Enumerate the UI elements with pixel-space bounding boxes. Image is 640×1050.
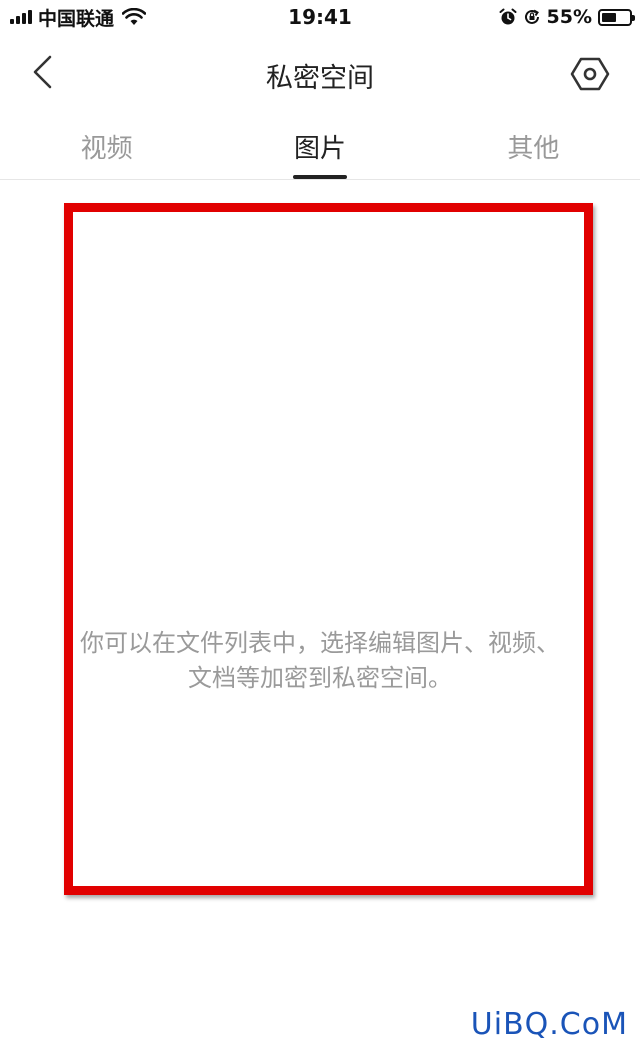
orientation-lock-icon [524,9,539,24]
battery-percent: 55% [546,6,592,28]
battery-icon [598,8,635,26]
page-title: 私密空间 [266,63,374,94]
battery-fill [602,12,617,22]
tab-other[interactable]: 其他 [427,112,640,179]
tab-video[interactable]: 视频 [0,112,213,179]
settings-hexagon-icon [570,57,610,91]
empty-state-line: 你可以在文件列表中，选择编辑图片、视频、 [80,629,560,657]
status-bar: 中国联通 19:41 55% [0,0,640,36]
watermark: UiBQ.CoM [470,1007,628,1042]
active-tab-indicator [292,175,347,179]
tab-label: 其他 [507,134,560,164]
highlight-annotation-box [64,203,593,895]
empty-state-line: 文档等加密到私密空间。 [188,664,452,692]
status-right: 55% [499,6,635,28]
tab-pictures[interactable]: 图片 [213,112,426,179]
tab-bar: 视频 图片 其他 [0,112,640,180]
empty-state-message: 你可以在文件列表中，选择编辑图片、视频、 文档等加密到私密空间。 [30,626,610,696]
settings-button[interactable] [568,52,612,96]
tab-label: 视频 [80,134,133,164]
tab-label: 图片 [293,134,346,164]
alarm-icon [499,8,517,25]
nav-bar: 私密空间 [0,36,640,108]
